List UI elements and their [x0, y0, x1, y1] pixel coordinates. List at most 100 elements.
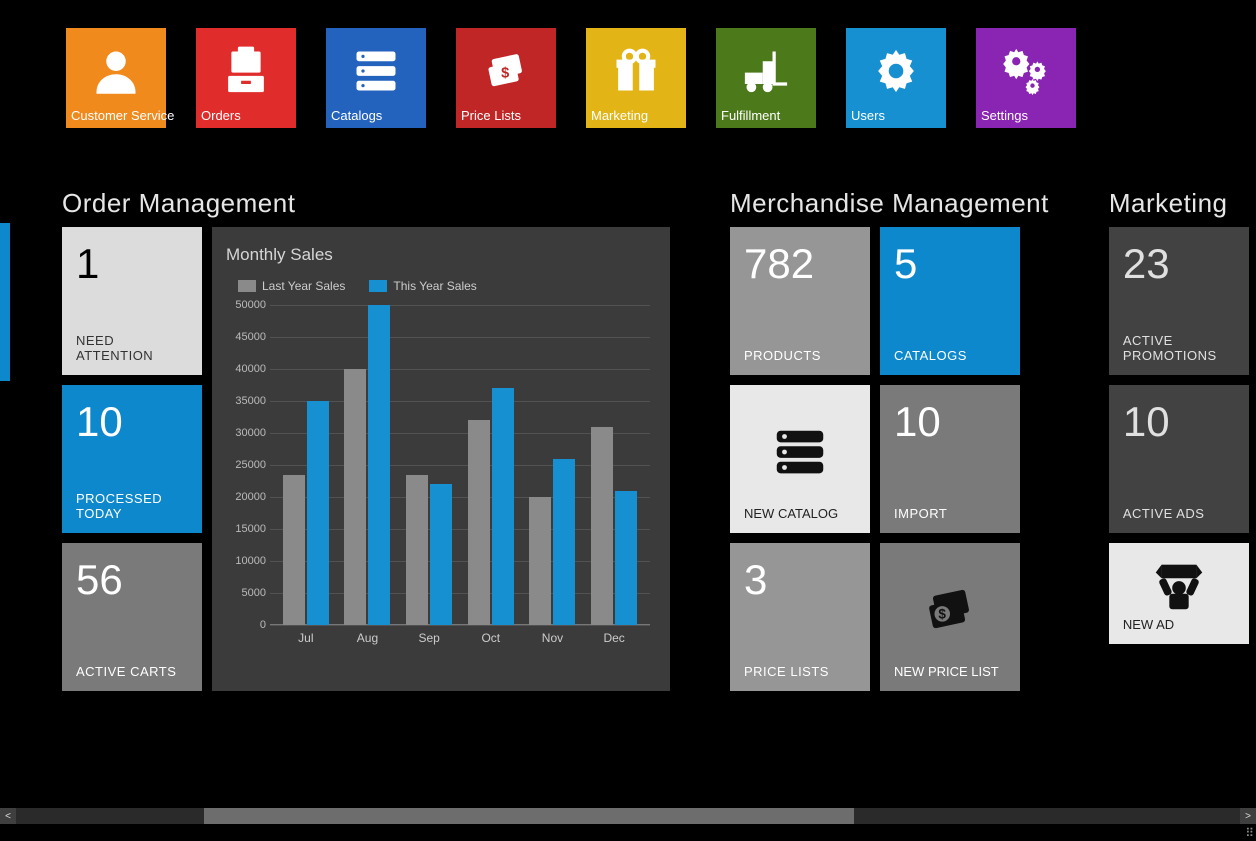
nav-tile-marketing[interactable]: Marketing	[586, 28, 686, 128]
tile-caption: CATALOGS	[894, 348, 1006, 363]
nav-tile-catalogs[interactable]: Catalogs	[326, 28, 426, 128]
x-axis-label: Dec	[589, 631, 639, 655]
nav-label: Users	[851, 108, 941, 124]
tile-caption: PRICE LISTS	[744, 664, 856, 679]
svg-text:$: $	[501, 66, 509, 82]
x-axis-label: Nov	[527, 631, 577, 655]
section-title: Order Management	[62, 188, 670, 219]
dashboard-sections: Order Management 1 NEED ATTENTION 10 PRO…	[0, 188, 1249, 698]
nav-label: Fulfillment	[721, 108, 811, 124]
tile-value: 10	[76, 401, 188, 443]
nav-label: Price Lists	[461, 108, 551, 124]
tile-price-lists[interactable]: 3 PRICE LISTS	[730, 543, 870, 691]
tile-value: 56	[76, 559, 188, 601]
legend-label: Last Year Sales	[262, 279, 345, 293]
tile-value: 5	[894, 243, 1006, 285]
nav-label: Settings	[981, 108, 1071, 124]
scroll-right-button[interactable]: >	[1240, 808, 1256, 824]
prev-section-sliver[interactable]	[0, 223, 10, 381]
tile-value: 10	[894, 401, 1006, 443]
tile-value: 782	[744, 243, 856, 285]
bar-last-year-sales-Oct	[468, 420, 490, 625]
x-axis-label: Jul	[281, 631, 331, 655]
x-axis-label: Aug	[342, 631, 392, 655]
bar-this-year-sales-Nov	[553, 459, 575, 625]
gears-icon	[981, 34, 1071, 108]
tile-value: 10	[1123, 401, 1235, 443]
resize-grip-icon[interactable]: ⠿	[1245, 827, 1254, 839]
nav-tile-users[interactable]: Users	[846, 28, 946, 128]
scroll-track[interactable]	[16, 808, 1240, 824]
chart-plot-area: 0500010000150002000025000300003500040000…	[270, 305, 650, 655]
chart-title: Monthly Sales	[226, 245, 656, 265]
tile-products[interactable]: 782 PRODUCTS	[730, 227, 870, 375]
bar-this-year-sales-Dec	[615, 491, 637, 625]
bar-this-year-sales-Jul	[307, 401, 329, 625]
x-axis-label: Sep	[404, 631, 454, 655]
forklift-icon	[721, 34, 811, 108]
tile-new-catalog[interactable]: NEW CATALOG	[730, 385, 870, 533]
tile-new-ad[interactable]: NEW AD	[1109, 543, 1249, 644]
nav-tile-fulfillment[interactable]: Fulfillment	[716, 28, 816, 128]
bar-last-year-sales-Jul	[283, 475, 305, 625]
scroll-thumb[interactable]	[204, 808, 854, 824]
nav-label: Orders	[201, 108, 291, 124]
tile-caption: NEW AD	[1123, 617, 1235, 632]
nav-label: Marketing	[591, 108, 681, 124]
price-tags-icon: $	[894, 555, 1006, 664]
legend-swatch-this-year	[369, 280, 387, 292]
tile-active-ads[interactable]: 10 ACTIVE ADS	[1109, 385, 1249, 533]
tile-value: 3	[744, 559, 856, 601]
gear-icon	[851, 34, 941, 108]
tile-catalogs[interactable]: 5 CATALOGS	[880, 227, 1020, 375]
nav-tile-settings[interactable]: Settings	[976, 28, 1076, 128]
tile-caption: IMPORT	[894, 506, 1006, 521]
nav-label: Catalogs	[331, 108, 421, 124]
bar-this-year-sales-Aug	[368, 305, 390, 625]
bar-last-year-sales-Sep	[406, 475, 428, 625]
server-stack-icon	[744, 397, 856, 506]
user-icon	[71, 34, 161, 108]
x-axis-label: Oct	[466, 631, 516, 655]
file-cabinet-icon	[201, 34, 291, 108]
nav-tile-customer-service[interactable]: Customer Service	[66, 28, 166, 128]
tile-active-carts[interactable]: 56 ACTIVE CARTS	[62, 543, 202, 691]
bar-last-year-sales-Aug	[344, 369, 366, 625]
server-icon	[331, 34, 421, 108]
tile-value: 23	[1123, 243, 1235, 285]
bar-this-year-sales-Sep	[430, 484, 452, 625]
top-nav: Customer Service Orders Catalogs $ Price…	[66, 28, 1076, 128]
nav-label: Customer Service	[71, 108, 161, 124]
tile-need-attention[interactable]: 1 NEED ATTENTION	[62, 227, 202, 375]
nav-tile-price-lists[interactable]: $ Price Lists	[456, 28, 556, 128]
tile-monthly-sales-chart[interactable]: Monthly Sales Last Year Sales This Year …	[212, 227, 670, 691]
legend-label: This Year Sales	[393, 279, 476, 293]
tile-import[interactable]: 10 IMPORT	[880, 385, 1020, 533]
tile-caption: ACTIVE CARTS	[76, 664, 188, 679]
section-merchandise-management: Merchandise Management 782 PRODUCTS 5 CA…	[730, 188, 1049, 691]
tile-caption: NEED ATTENTION	[76, 333, 188, 363]
tile-caption: NEW CATALOG	[744, 506, 856, 521]
legend-swatch-last-year	[238, 280, 256, 292]
tile-caption: ACTIVE PROMOTIONS	[1123, 333, 1235, 363]
gift-icon	[591, 34, 681, 108]
tile-processed-today[interactable]: 10 PROCESSED TODAY	[62, 385, 202, 533]
nav-tile-orders[interactable]: Orders	[196, 28, 296, 128]
megaphone-person-icon	[1123, 555, 1235, 617]
section-title: Merchandise Management	[730, 188, 1049, 219]
bar-last-year-sales-Nov	[529, 497, 551, 625]
tile-active-promotions[interactable]: 23 ACTIVE PROMOTIONS	[1109, 227, 1249, 375]
horizontal-scrollbar[interactable]: < >	[0, 808, 1256, 824]
section-marketing: Marketing 23 ACTIVE PROMOTIONS 10 ACTIVE…	[1109, 188, 1249, 644]
tile-caption: PRODUCTS	[744, 348, 856, 363]
scroll-left-button[interactable]: <	[0, 808, 16, 824]
price-tags-icon: $	[461, 34, 551, 108]
bar-this-year-sales-Oct	[492, 388, 514, 625]
section-title: Marketing	[1109, 188, 1249, 219]
tile-value: 1	[76, 243, 188, 285]
bar-last-year-sales-Dec	[591, 427, 613, 625]
tile-new-price-list[interactable]: $ NEW PRICE LIST	[880, 543, 1020, 691]
tile-caption: NEW PRICE LIST	[894, 664, 1006, 679]
section-order-management: Order Management 1 NEED ATTENTION 10 PRO…	[62, 188, 670, 691]
tile-caption: ACTIVE ADS	[1123, 506, 1235, 521]
